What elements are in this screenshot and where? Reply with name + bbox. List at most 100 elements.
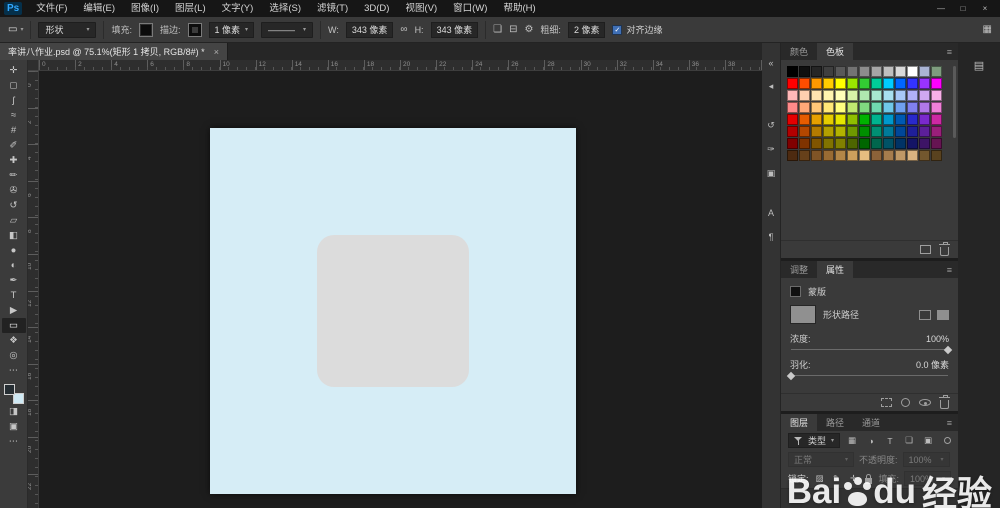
color-swatch[interactable]	[787, 114, 798, 125]
rounded-rectangle-shape[interactable]	[317, 235, 469, 387]
color-swatch[interactable]	[799, 138, 810, 149]
layer-filter-select[interactable]: 类型	[788, 433, 840, 448]
move-tool[interactable]: ✛	[2, 63, 26, 78]
color-swatch[interactable]	[907, 66, 918, 77]
foreground-color-chip[interactable]	[4, 384, 15, 395]
invert-mask-icon[interactable]	[901, 398, 910, 407]
color-swatch[interactable]	[883, 138, 894, 149]
add-layer-mask-icon[interactable]	[919, 310, 931, 320]
color-swatch[interactable]	[895, 126, 906, 137]
filter-adjustment-layers-icon[interactable]: ◑	[864, 434, 878, 448]
color-swatch[interactable]	[859, 90, 870, 101]
healing-brush-tool[interactable]: ✚	[2, 153, 26, 168]
color-swatch[interactable]	[799, 150, 810, 161]
more-options-icon[interactable]: ⋯	[2, 434, 26, 449]
path-operations-icon[interactable]: ❏	[493, 24, 502, 35]
trash-icon[interactable]	[940, 247, 949, 256]
density-slider[interactable]	[791, 346, 948, 354]
vertical-ruler[interactable]: 0246810121416182022	[28, 71, 39, 508]
menu-item[interactable]: 滤镜(T)	[309, 0, 356, 17]
color-swatch[interactable]	[871, 126, 882, 137]
color-swatch[interactable]	[907, 150, 918, 161]
color-swatch[interactable]	[787, 78, 798, 89]
color-swatch[interactable]	[835, 66, 846, 77]
color-swatch[interactable]	[907, 90, 918, 101]
color-swatch[interactable]	[871, 150, 882, 161]
color-swatch[interactable]	[871, 90, 882, 101]
color-swatch[interactable]	[931, 150, 942, 161]
tab-颜色[interactable]: 颜色	[781, 43, 817, 60]
color-swatch[interactable]	[895, 150, 906, 161]
color-swatch[interactable]	[895, 114, 906, 125]
panel-menu-icon[interactable]: ≡	[941, 43, 958, 60]
color-swatch[interactable]	[835, 90, 846, 101]
screen-mode-icon[interactable]: ▣	[2, 419, 26, 434]
color-swatch[interactable]	[787, 102, 798, 113]
color-swatch[interactable]	[859, 114, 870, 125]
eraser-tool[interactable]: ▱	[2, 213, 26, 228]
color-swatch[interactable]	[823, 150, 834, 161]
link-dimensions-icon[interactable]: ∞	[400, 24, 407, 35]
color-swatch[interactable]	[907, 102, 918, 113]
color-swatch[interactable]	[823, 78, 834, 89]
lasso-tool[interactable]: ʃ	[2, 93, 26, 108]
type-tool[interactable]: T	[2, 288, 26, 303]
filter-toggle-icon[interactable]	[944, 437, 951, 444]
color-swatch[interactable]	[931, 126, 942, 137]
color-swatch[interactable]	[931, 78, 942, 89]
eyedropper-tool[interactable]: ✐	[2, 138, 26, 153]
eye-icon[interactable]	[919, 399, 931, 406]
color-swatch[interactable]	[799, 126, 810, 137]
color-swatch[interactable]	[907, 78, 918, 89]
color-swatch[interactable]	[871, 102, 882, 113]
color-swatch[interactable]	[895, 78, 906, 89]
workspace-switcher-icon[interactable]: ▦	[983, 24, 992, 35]
paragraph-panel-icon[interactable]: ¶	[764, 230, 779, 243]
width-field[interactable]: 343 像素	[346, 22, 394, 38]
gear-icon[interactable]: ⚙	[524, 24, 533, 35]
color-swatch[interactable]	[811, 78, 822, 89]
color-swatch[interactable]	[919, 138, 930, 149]
color-swatch[interactable]	[811, 66, 822, 77]
stroke-style-select[interactable]: ———	[261, 22, 313, 38]
blur-tool[interactable]: ●	[2, 243, 26, 258]
dodge-tool[interactable]: ◐	[2, 258, 26, 273]
color-swatch[interactable]	[859, 102, 870, 113]
panel-menu-icon[interactable]: ≡	[941, 261, 958, 278]
brush-tool[interactable]: ✏	[2, 168, 26, 183]
menu-item[interactable]: 文字(Y)	[214, 0, 262, 17]
color-swatch[interactable]	[871, 138, 882, 149]
color-swatch[interactable]	[847, 90, 858, 101]
brush-settings-panel-icon[interactable]: ✑	[764, 143, 779, 156]
color-swatch[interactable]	[799, 90, 810, 101]
color-swatch[interactable]	[823, 126, 834, 137]
filter-shape-layers-icon[interactable]: ❏	[902, 434, 916, 448]
menu-item[interactable]: 文件(F)	[28, 0, 75, 17]
color-swatch[interactable]	[835, 78, 846, 89]
fill-color-swatch[interactable]	[139, 23, 153, 37]
color-swatch[interactable]	[895, 138, 906, 149]
feather-value[interactable]: 0.0 像素	[916, 358, 949, 371]
menu-item[interactable]: 编辑(E)	[75, 0, 123, 17]
select-mask-icon[interactable]	[881, 398, 892, 407]
color-swatch[interactable]	[895, 66, 906, 77]
color-swatch[interactable]	[799, 114, 810, 125]
panel-menu-icon[interactable]: ≡	[941, 414, 958, 431]
libraries-panel-icon[interactable]: ▤	[970, 57, 988, 73]
color-swatch[interactable]	[811, 90, 822, 101]
color-swatch[interactable]	[871, 114, 882, 125]
color-swatch[interactable]	[883, 102, 894, 113]
clone-stamp-tool[interactable]: ✇	[2, 183, 26, 198]
color-swatch[interactable]	[883, 114, 894, 125]
color-swatch[interactable]	[799, 102, 810, 113]
menu-item[interactable]: 帮助(H)	[495, 0, 543, 17]
filter-type-layers-icon[interactable]: T	[883, 434, 897, 448]
color-swatch[interactable]	[823, 138, 834, 149]
minimize-button[interactable]: —	[930, 0, 952, 17]
color-swatch[interactable]	[823, 66, 834, 77]
color-swatch[interactable]	[883, 66, 894, 77]
shape-path-thumbnail[interactable]	[790, 305, 816, 324]
color-swatch[interactable]	[835, 114, 846, 125]
stroke-color-swatch[interactable]	[188, 23, 202, 37]
hand-tool[interactable]: ❖	[2, 333, 26, 348]
